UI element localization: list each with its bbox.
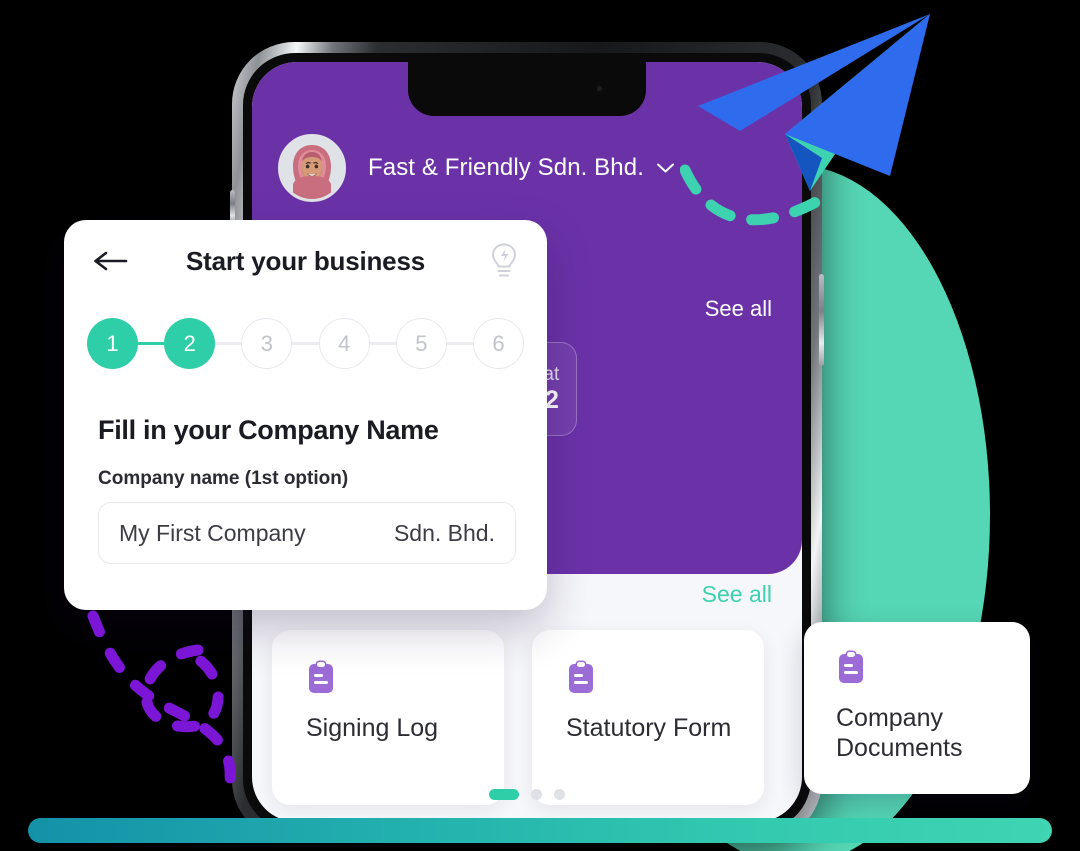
clipboard-icon [836, 650, 866, 684]
step-connector [369, 342, 396, 345]
dashed-loop-decoration [87, 610, 236, 800]
phone-notch [408, 62, 646, 116]
phone-mute-switch [230, 190, 235, 224]
illustration-stage: Fast & Friendly Sdn. Bhd. See all Wed 9 [0, 0, 1080, 851]
company-name: Fast & Friendly Sdn. Bhd. [368, 154, 644, 181]
step-5[interactable]: 5 [395, 318, 447, 369]
clipboard-icon [306, 660, 336, 694]
paper-plane-icon [698, 14, 930, 191]
avatar[interactable] [278, 134, 346, 202]
lightbulb-idea-icon[interactable] [487, 242, 521, 280]
step-6[interactable]: 6 [473, 318, 525, 369]
pagination-dot-active[interactable] [489, 789, 519, 800]
step-2[interactable]: 2 [164, 318, 216, 369]
step-connector [446, 342, 474, 345]
phone-power-button [819, 274, 824, 366]
step-connector [138, 342, 165, 345]
shortcut-label: Company Documents [836, 704, 963, 762]
company-name-field-label: Company name (1st option) [98, 468, 349, 489]
clipboard-icon [566, 660, 596, 694]
start-business-card-header: Start your business [64, 220, 547, 302]
shortcut-card-signing-log[interactable]: Signing Log [272, 630, 504, 805]
start-business-card: Start your business 1 2 3 4 5 6 Fill in … [64, 220, 547, 610]
shortcut-card-statutory-form[interactable]: Statutory Form [532, 630, 764, 805]
shortcuts-see-all-link[interactable]: See all [702, 581, 772, 608]
shortcut-card-company-documents[interactable]: Company Documents [804, 622, 1030, 794]
pagination-dot[interactable] [554, 789, 565, 800]
company-switcher[interactable]: Fast & Friendly Sdn. Bhd. [368, 154, 674, 182]
avatar-photo [281, 137, 343, 199]
bottom-accent-bar [28, 818, 1052, 843]
shortcut-label: Statutory Form [566, 714, 732, 742]
shortcuts-row: Signing Log Statutory Form [272, 630, 764, 805]
step-1[interactable]: 1 [87, 318, 138, 369]
front-camera-dot [597, 86, 602, 91]
page-title: Start your business [186, 245, 425, 276]
progress-stepper: 1 2 3 4 5 6 [64, 318, 547, 369]
shortcut-label: Signing Log [306, 714, 439, 742]
step-4[interactable]: 4 [318, 318, 370, 369]
chevron-down-icon [657, 163, 674, 173]
company-name-suffix: Sdn. Bhd. [393, 519, 495, 546]
step-connector [292, 342, 319, 345]
carousel-pagination [252, 789, 802, 800]
company-name-value: My First Company [119, 519, 306, 546]
schedule-see-all-link[interactable]: See all [705, 296, 772, 322]
step-3[interactable]: 3 [241, 318, 293, 369]
step-connector [215, 342, 242, 345]
pagination-dot[interactable] [531, 789, 542, 800]
form-heading: Fill in your Company Name [98, 415, 439, 445]
company-name-input[interactable]: My First Company Sdn. Bhd. [98, 502, 516, 564]
